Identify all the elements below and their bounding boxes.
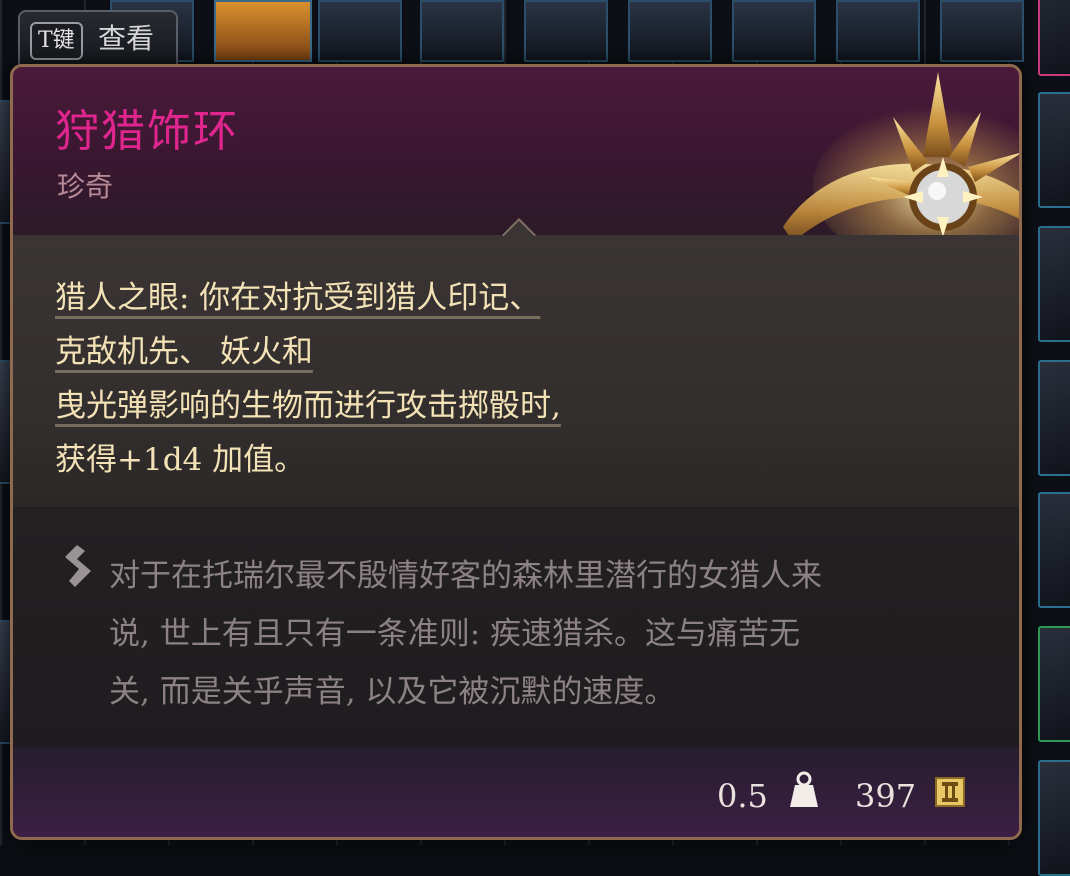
effect-section: 猎人之眼: 你在对抗受到猎人印记、 克敌机先、 妖火和 曳光弹影响的生物而进行攻… <box>13 218 1019 526</box>
effect-line: 克敌机先、 妖火和 <box>55 334 313 370</box>
flavor-line: 对于在托瑞尔最不殷情好客的森林里潜行的女猎人来 <box>109 558 822 594</box>
inventory-slot[interactable] <box>420 0 504 62</box>
key-cap: T键 <box>30 22 83 60</box>
inventory-slot[interactable] <box>214 0 312 62</box>
price-value: 397 <box>855 777 917 815</box>
item-tooltip: 狩猎饰环 珍奇 猎人之眼: 你在对抗受到猎人印记、 克敌机先、 妖火和 曳光弹影… <box>10 64 1022 840</box>
inventory-slot[interactable] <box>1038 626 1070 742</box>
inventory-slot[interactable] <box>1038 360 1070 476</box>
inventory-slot[interactable] <box>1038 92 1070 208</box>
inventory-slot[interactable] <box>1038 226 1070 342</box>
flavor-text: 对于在托瑞尔最不殷情好客的森林里潜行的女猎人来 说, 世上有且只有一条准则: 疾… <box>109 547 979 721</box>
effect-line: 猎人之眼: 你在对抗受到猎人印记、 <box>55 280 541 316</box>
flavor-line: 说, 世上有且只有一条准则: 疾速猎杀。这与痛苦无 <box>109 616 801 652</box>
item-rarity: 珍奇 <box>57 170 114 203</box>
inventory-slot[interactable] <box>318 0 402 62</box>
inventory-slot[interactable] <box>1038 760 1070 876</box>
inventory-slot[interactable] <box>524 0 608 62</box>
gold-coin-icon <box>935 777 965 807</box>
effect-line: 曳光弹影响的生物而进行攻击掷骰时, <box>55 388 561 424</box>
inventory-slot[interactable] <box>732 0 816 62</box>
inventory-slot[interactable] <box>1038 492 1070 608</box>
weight-icon <box>790 771 818 807</box>
inventory-slot[interactable] <box>1038 0 1070 76</box>
flavor-section: 对于在托瑞尔最不殷情好客的森林里潜行的女猎人来 说, 世上有且只有一条准则: 疾… <box>13 507 1019 747</box>
inventory-slot[interactable] <box>940 0 1024 62</box>
tooltip-footer: 0.5 397 <box>13 747 1019 837</box>
inventory-slot[interactable] <box>628 0 712 62</box>
effect-description: 猎人之眼: 你在对抗受到猎人印记、 克敌机先、 妖火和 曳光弹影响的生物而进行攻… <box>55 271 955 487</box>
item-name: 狩猎饰环 <box>55 106 239 157</box>
quote-mark-icon <box>65 545 91 587</box>
inspect-label: 查看 <box>98 22 155 55</box>
inventory-slot[interactable] <box>836 0 920 62</box>
weight-value: 0.5 <box>717 777 768 815</box>
flavor-line: 关, 而是关乎声音, 以及它被沉默的速度。 <box>109 674 676 710</box>
inspect-key-hint: T键 查看 <box>18 10 178 66</box>
effect-line: 获得+1d4 加值。 <box>55 442 306 478</box>
